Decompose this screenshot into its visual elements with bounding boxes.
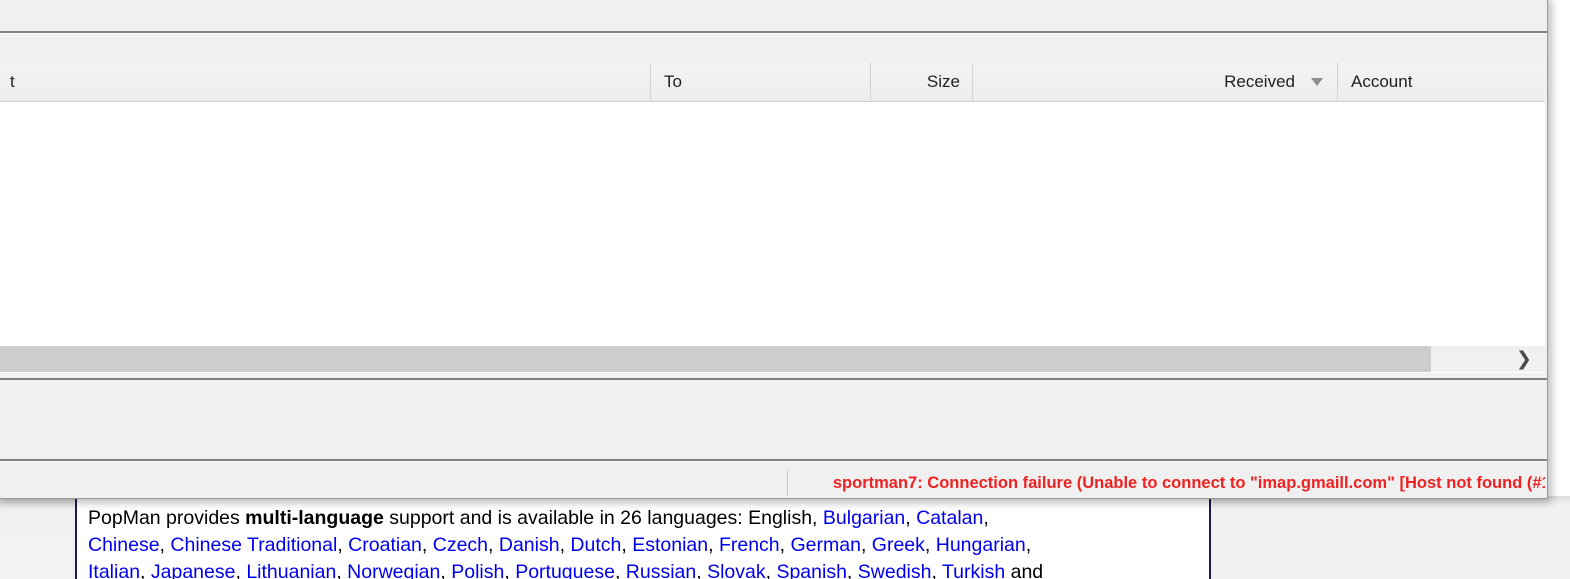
- paragraph-text: PopMan provides: [88, 507, 245, 529]
- status-error-message[interactable]: sportman7: Connection failure (Unable to…: [833, 474, 1545, 493]
- status-bar-divider: [787, 470, 788, 496]
- paragraph-text: ,: [504, 561, 515, 579]
- message-list-header: t To Size Received Account: [0, 63, 1545, 102]
- column-header-to[interactable]: To: [651, 63, 871, 101]
- paragraph-text: ,: [560, 534, 571, 556]
- language-link[interactable]: Swedish: [858, 561, 932, 579]
- horizontal-scrollbar[interactable]: ❯: [0, 346, 1545, 372]
- paragraph-text: ,: [235, 561, 246, 579]
- paragraph-text: ,: [905, 507, 916, 529]
- column-header-subject[interactable]: t: [0, 63, 651, 101]
- column-header-to-label: To: [664, 72, 682, 92]
- paragraph-text: ,: [140, 561, 151, 579]
- paragraph-text: ,: [336, 561, 347, 579]
- page-text-block: PopMan provides multi-language support a…: [75, 496, 1211, 579]
- paragraph-text: support and is available in 26 languages…: [384, 507, 823, 529]
- language-link[interactable]: Czech: [433, 534, 488, 556]
- language-link[interactable]: Lithuanian: [246, 561, 336, 579]
- message-list-body[interactable]: [0, 102, 1545, 346]
- paragraph-text: ,: [615, 561, 626, 579]
- paragraph-text: ,: [440, 561, 451, 579]
- language-link[interactable]: Portuguese: [515, 561, 615, 579]
- language-link[interactable]: Japanese: [151, 561, 236, 579]
- language-link[interactable]: French: [719, 534, 780, 556]
- language-link[interactable]: Slovak: [707, 561, 766, 579]
- page-paragraph-line-3: Italian, Japanese, Lithuanian, Norwegian…: [77, 559, 1209, 579]
- page-left-gutter: [0, 496, 75, 579]
- language-link[interactable]: Polish: [451, 561, 504, 579]
- popman-application-window: t To Size Received Account ❯: [0, 0, 1548, 499]
- language-link[interactable]: Chinese: [88, 534, 160, 556]
- paragraph-text: and: [1005, 561, 1043, 579]
- column-header-size[interactable]: Size: [871, 63, 973, 101]
- emphasis-text: multi-language: [245, 507, 384, 529]
- language-link[interactable]: Italian: [88, 561, 140, 579]
- paragraph-text: ,: [337, 534, 348, 556]
- paragraph-text: ,: [488, 534, 499, 556]
- column-header-account[interactable]: Account: [1338, 63, 1545, 101]
- preview-separator-top: [0, 378, 1547, 380]
- filter-band: [0, 34, 1547, 63]
- paragraph-text: ,: [621, 534, 632, 556]
- paragraph-text: ,: [925, 534, 936, 556]
- paragraph-text: ,: [861, 534, 872, 556]
- paragraph-text: ,: [931, 561, 941, 579]
- paragraph-text: ,: [422, 534, 433, 556]
- language-link[interactable]: Hungarian: [936, 534, 1026, 556]
- language-link[interactable]: Greek: [872, 534, 925, 556]
- paragraph-text: ,: [708, 534, 719, 556]
- message-preview-pane[interactable]: [0, 382, 1545, 460]
- paragraph-text: ,: [780, 534, 791, 556]
- language-link[interactable]: German: [790, 534, 860, 556]
- status-bar[interactable]: sportman7: Connection failure (Unable to…: [0, 467, 1545, 499]
- scroll-right-arrow-icon[interactable]: ❯: [1503, 346, 1545, 372]
- paragraph-text: ,: [847, 561, 858, 579]
- language-link[interactable]: Dutch: [570, 534, 621, 556]
- page-right-sidebar: [1211, 496, 1570, 579]
- language-link[interactable]: Danish: [499, 534, 560, 556]
- language-link[interactable]: Chinese Traditional: [170, 534, 337, 556]
- message-list[interactable]: t To Size Received Account: [0, 63, 1545, 346]
- column-header-received-label: Received: [1224, 72, 1295, 92]
- column-header-subject-label: t: [10, 72, 15, 92]
- column-header-size-label: Size: [927, 72, 960, 92]
- triangle-down-icon: [1311, 78, 1323, 86]
- language-link[interactable]: Estonian: [632, 534, 708, 556]
- column-header-received[interactable]: Received: [973, 63, 1338, 101]
- language-link[interactable]: Norwegian: [347, 561, 440, 579]
- column-header-account-label: Account: [1351, 72, 1412, 92]
- horizontal-scrollbar-thumb[interactable]: [0, 346, 1431, 372]
- toolbar-strip: [0, 0, 1547, 33]
- language-link[interactable]: Spanish: [776, 561, 846, 579]
- paragraph-text: ,: [1026, 534, 1031, 556]
- language-link[interactable]: Croatian: [348, 534, 422, 556]
- language-link[interactable]: Bulgarian: [823, 507, 905, 529]
- page-paragraph-line-1: PopMan provides multi-language support a…: [77, 496, 1209, 532]
- language-link[interactable]: Turkish: [942, 561, 1005, 579]
- paragraph-text: ,: [766, 561, 777, 579]
- language-link[interactable]: Catalan: [916, 507, 983, 529]
- preview-separator-highlight: [0, 372, 1547, 373]
- page-paragraph-line-2: Chinese, Chinese Traditional, Croatian, …: [77, 532, 1209, 559]
- paragraph-text: ,: [160, 534, 171, 556]
- language-link[interactable]: Russian: [626, 561, 696, 579]
- paragraph-text: ,: [696, 561, 707, 579]
- status-separator-highlight: [0, 461, 1547, 462]
- paragraph-text: ,: [983, 507, 988, 529]
